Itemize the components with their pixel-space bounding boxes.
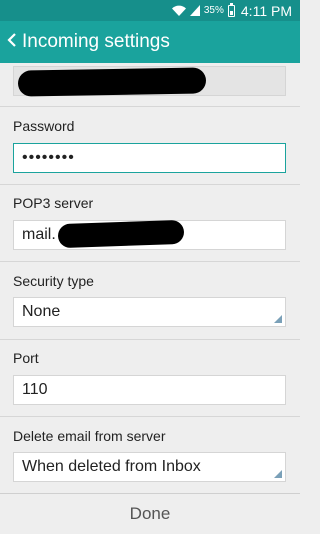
separator [0,261,300,262]
back-button[interactable]: Incoming settings [6,31,170,53]
status-bar: 35% 4:11 PM [0,0,300,21]
signal-icon [189,5,200,16]
security-type-dropdown[interactable]: None [13,297,286,327]
separator [0,416,300,417]
port-field[interactable]: 110 [13,375,286,405]
redaction-scribble [57,219,185,249]
separator [0,106,300,107]
chevron-left-icon [6,32,18,53]
separator [0,184,300,185]
done-button[interactable]: Done [0,493,300,534]
password-field[interactable]: •••••••• [13,143,286,173]
settings-form[interactable]: Password •••••••• POP3 server mail. Secu… [0,63,300,493]
wifi-icon [171,5,186,16]
delete-email-label: Delete email from server [13,428,166,444]
dropdown-arrow-icon [274,315,282,323]
app-bar: Incoming settings [0,21,300,63]
dropdown-arrow-icon [274,470,282,478]
page-title: Incoming settings [22,31,170,52]
done-label: Done [129,504,171,523]
security-type-label: Security type [13,273,94,289]
clock: 4:11 PM [240,2,292,19]
battery-icon [227,2,235,17]
battery-percent: 35% [203,5,224,16]
port-label: Port [13,350,39,366]
redaction-scribble [17,67,207,97]
password-label: Password [13,118,75,134]
pop3-server-label: POP3 server [13,195,94,211]
separator [0,339,300,340]
delete-email-dropdown[interactable]: When deleted from Inbox [13,452,286,482]
